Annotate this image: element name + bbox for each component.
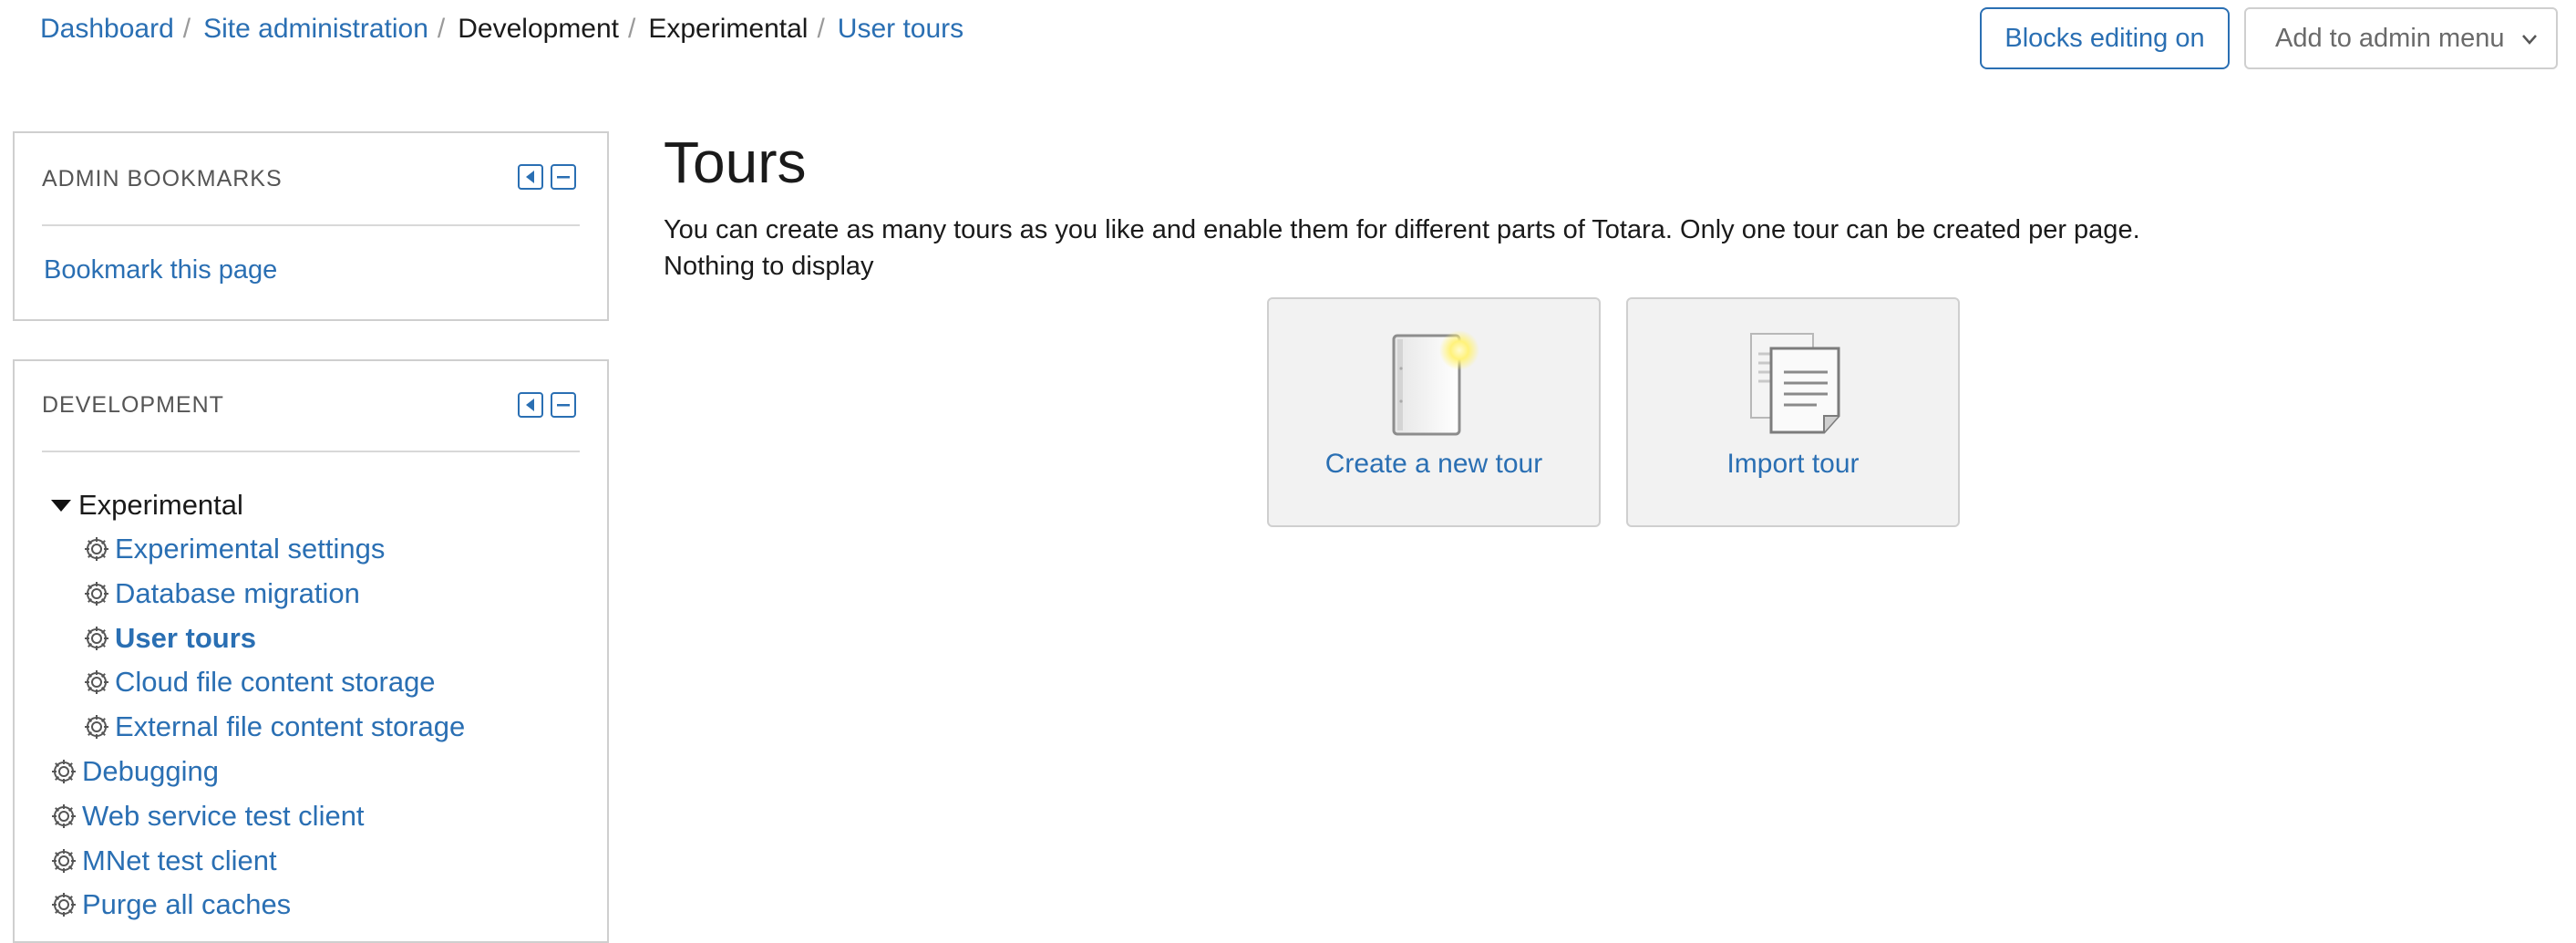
gear-icon: [52, 760, 76, 783]
gear-icon: [52, 893, 76, 917]
import-tour-tile[interactable]: Import tour: [1626, 297, 1960, 527]
tree-node-label: Experimental: [78, 489, 243, 521]
blocks-editing-button[interactable]: Blocks editing on: [1980, 7, 2230, 69]
tree-node-debugging[interactable]: Debugging: [49, 753, 219, 790]
tree-node-label: Experimental settings: [115, 533, 386, 565]
admin-bookmarks-block: ADMIN BOOKMARKS Bookmark this page: [13, 131, 609, 321]
create-new-tour-tile[interactable]: Create a new tour: [1267, 297, 1601, 527]
tree-node-label: MNet test client: [82, 845, 277, 876]
tree-node-mnet-test-client[interactable]: MNet test client: [49, 843, 277, 879]
breadcrumb-separator: /: [628, 14, 636, 44]
import-document-icon: [1750, 333, 1840, 434]
create-new-tour-label: Create a new tour: [1324, 449, 1543, 479]
collapse-block-icon[interactable]: [551, 392, 576, 418]
tree-node-purge-all-caches[interactable]: Purge all caches: [49, 886, 291, 923]
breadcrumb-site-administration[interactable]: Site administration: [203, 13, 428, 46]
tree-node-cloud-file-content-storage[interactable]: Cloud file content storage: [82, 664, 436, 700]
gear-icon: [85, 627, 108, 650]
new-document-icon: [1392, 330, 1479, 436]
tree-node-label: Purge all caches: [82, 888, 292, 920]
block-controls: [518, 392, 576, 418]
block-divider: [42, 224, 580, 226]
gear-icon: [85, 582, 108, 606]
gear-icon: [85, 537, 108, 561]
tree-node-label: User tours: [115, 622, 257, 654]
breadcrumb-user-tours[interactable]: User tours: [838, 13, 963, 46]
empty-message: Nothing to display: [664, 252, 874, 281]
dock-block-icon[interactable]: [518, 392, 543, 418]
dock-block-icon[interactable]: [518, 164, 543, 190]
breadcrumb-experimental: Experimental: [648, 14, 809, 44]
page-title: Tours: [664, 130, 807, 195]
triangle-down-icon: [51, 500, 71, 512]
breadcrumb-development: Development: [458, 14, 620, 44]
add-to-admin-menu-label: Add to admin menu: [2275, 23, 2505, 53]
breadcrumb-separator: /: [437, 14, 446, 44]
tree-node-experimental-settings[interactable]: Experimental settings: [82, 531, 385, 567]
breadcrumb-separator: /: [817, 14, 825, 44]
breadcrumb-separator: /: [182, 14, 191, 44]
tree-node-label: Database migration: [115, 577, 360, 609]
bookmark-this-page-link[interactable]: Bookmark this page: [44, 255, 277, 285]
gear-icon: [85, 670, 108, 694]
tree-node-user-tours[interactable]: User tours: [82, 620, 256, 657]
gear-icon: [85, 715, 108, 739]
block-title: DEVELOPMENT: [42, 392, 224, 418]
tree-node-label: Debugging: [82, 755, 219, 787]
tree-node-label: Cloud file content storage: [115, 666, 436, 698]
gear-icon: [52, 804, 76, 828]
block-divider: [42, 451, 580, 452]
block-title: ADMIN BOOKMARKS: [42, 166, 283, 192]
gear-icon: [52, 849, 76, 873]
add-to-admin-menu-select[interactable]: Add to admin menu: [2244, 7, 2558, 69]
tree-node-experimental[interactable]: Experimental: [49, 487, 243, 523]
breadcrumb: Dashboard / Site administration / Developmen…: [40, 13, 963, 46]
import-tour-label: Import tour: [1726, 449, 1860, 479]
block-controls: [518, 164, 576, 190]
breadcrumb-dashboard[interactable]: Dashboard: [40, 13, 174, 46]
development-block: DEVELOPMENT Experimental Experimental se…: [13, 359, 609, 943]
tree-node-label: External file content storage: [115, 710, 466, 742]
collapse-block-icon[interactable]: [551, 164, 576, 190]
tree-node-database-migration[interactable]: Database migration: [82, 575, 360, 612]
tree-node-external-file-content-storage[interactable]: External file content storage: [82, 709, 465, 745]
page-description: You can create as many tours as you like…: [664, 215, 2140, 244]
tree-node-label: Web service test client: [82, 800, 365, 832]
tree-node-web-service-test-client[interactable]: Web service test client: [49, 798, 365, 834]
chevron-down-icon: [2522, 35, 2537, 45]
